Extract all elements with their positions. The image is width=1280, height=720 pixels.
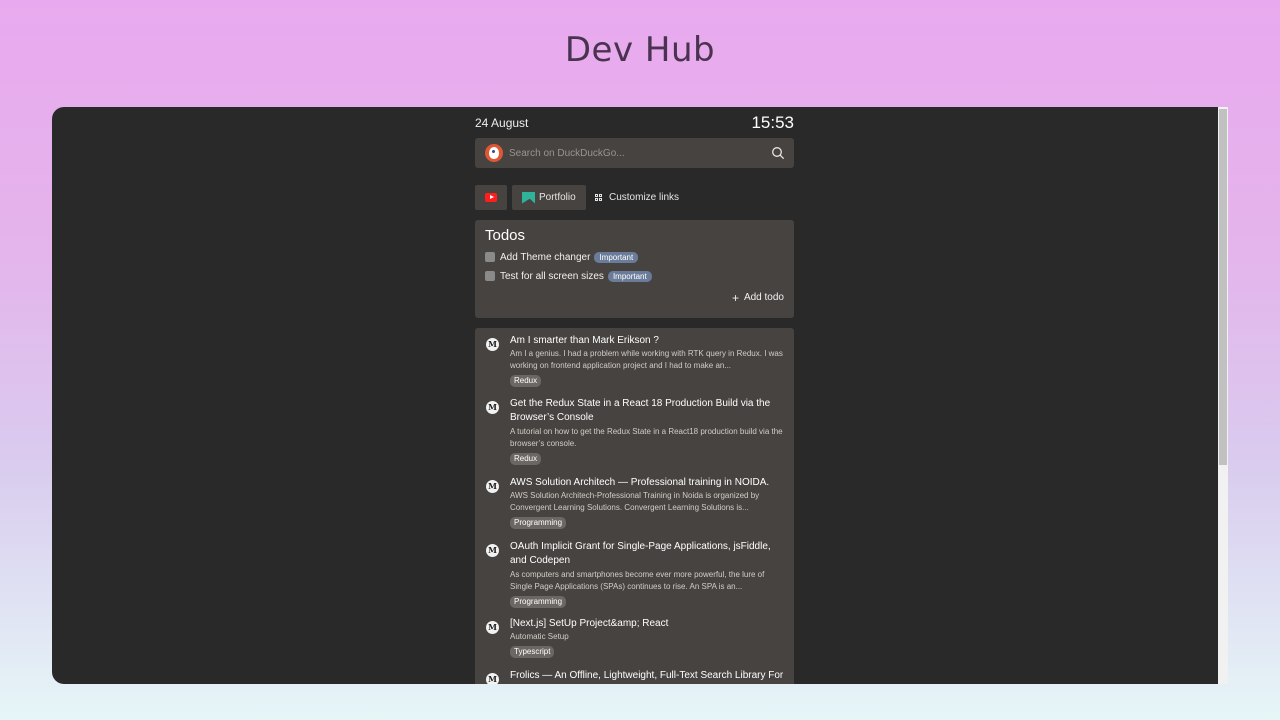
medium-icon: M [486,401,499,414]
header: 24 August 15:53 [475,107,794,137]
todo-tag: Important [594,251,639,263]
medium-icon: M [486,480,499,493]
todo-text: Add Theme changer [500,251,591,263]
clock: 15:53 [751,113,794,132]
add-todo-button[interactable]: + Add todo [731,290,784,305]
medium-icon: M [486,338,499,351]
article-description: AWS Solution Architech-Professional Trai… [510,491,760,512]
article-description: Am I a genius. I had a problem while wor… [510,349,783,370]
article-tag: Redux [510,453,542,465]
plus-icon: + [731,290,739,305]
todo-checkbox[interactable] [485,252,495,262]
article-tag: Programming [510,517,567,529]
search-bar[interactable] [475,138,794,168]
article-title[interactable]: OAuth Implicit Grant for Single-Page App… [510,540,786,568]
article-description: A tutorial on how to get the Redux State… [510,427,783,448]
portfolio-link[interactable]: Portfolio [512,185,586,210]
browser-window: 24 August 15:53 Portfolio Customize link… [52,107,1228,684]
scrollbar-thumb[interactable] [1219,109,1227,465]
article-title[interactable]: Get the Redux State in a React 18 Produc… [510,397,786,425]
customize-links-button[interactable]: Customize links [591,185,681,210]
add-todo-label: Add todo [743,292,784,303]
medium-icon: M [486,673,499,684]
article-title[interactable]: Frolics — An Offline, Lightweight, Full-… [510,669,786,683]
search-input[interactable] [509,145,759,161]
portfolio-label: Portfolio [539,192,576,203]
article-tag: Redux [510,375,542,387]
youtube-link[interactable] [475,185,507,210]
date-label: 24 August [475,116,529,130]
todos-title: Todos [485,227,526,244]
scrollbar[interactable] [1218,107,1228,684]
todo-text: Test for all screen sizes [500,270,604,282]
customize-links-label: Customize links [609,192,680,203]
portfolio-icon [522,191,535,204]
medium-icon: M [486,621,499,634]
article-tag: Programming [510,596,567,608]
todo-item: Test for all screen sizes Important [485,269,652,283]
todo-item: Add Theme changer Important [485,250,639,264]
todos-card: Todos Add Theme changer Important Test f… [475,220,794,318]
medium-icon: M [486,544,499,557]
article-description: Automatic Setup [510,632,569,641]
dashboard: 24 August 15:53 Portfolio Customize link… [475,107,794,684]
article-title[interactable]: Am I smarter than Mark Erikson ? [510,334,786,348]
article-tag: Typescript [510,646,555,658]
youtube-icon [485,193,497,202]
article-title[interactable]: [Next.js] SetUp Project&amp; React [510,617,786,631]
todo-checkbox[interactable] [485,271,495,281]
page-title: Dev Hub [564,30,716,70]
article-description: As computers and smartphones become ever… [510,570,765,591]
articles-feed: M Am I smarter than Mark Erikson ? Am I … [475,328,794,684]
grid-icon [595,193,603,202]
search-icon[interactable] [771,146,785,160]
duckduckgo-icon [485,144,503,162]
article-title[interactable]: AWS Solution Architech — Professional tr… [510,476,786,490]
todo-tag: Important [607,270,652,282]
quick-links: Portfolio Customize links [475,185,794,210]
